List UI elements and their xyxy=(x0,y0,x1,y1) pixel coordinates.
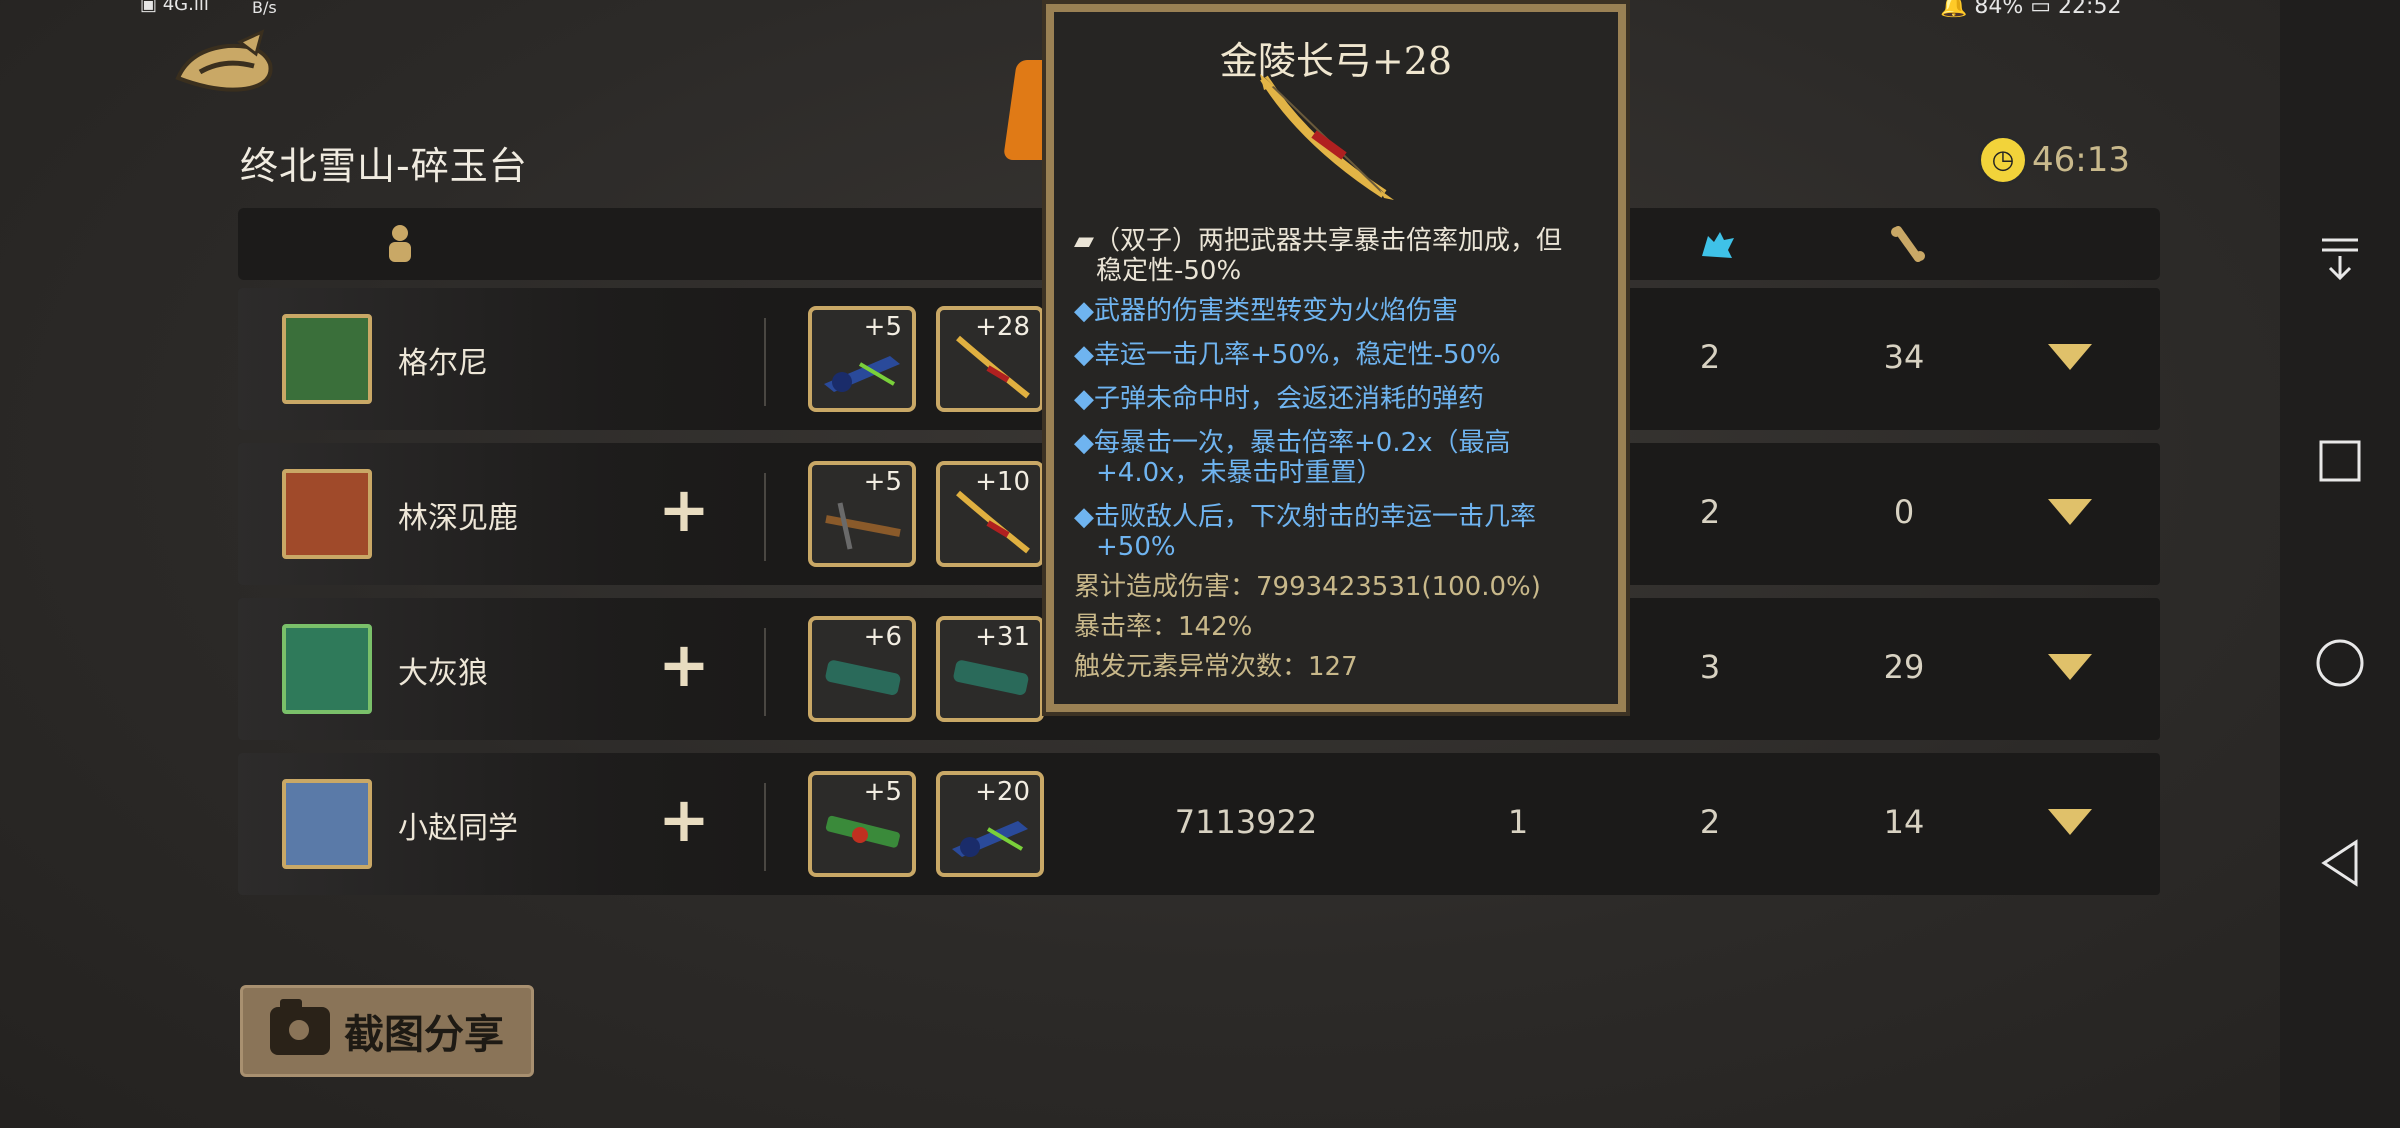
weapon-slot[interactable]: +5 xyxy=(808,461,916,567)
clock-icon: ◷ xyxy=(1978,135,2028,185)
stat-bone: 0 xyxy=(1893,493,1915,531)
rifle-icon xyxy=(825,815,900,848)
tooltip-line: ▰（双子）两把武器共享暴击倍率加成，但 xyxy=(1074,226,1562,256)
stat-wolf: 2 xyxy=(1699,493,1721,531)
divider xyxy=(764,628,766,716)
divider xyxy=(764,783,766,871)
avatar[interactable] xyxy=(282,624,372,714)
stat-wolf: 2 xyxy=(1699,803,1721,841)
stat-bone: 34 xyxy=(1883,338,1925,376)
back-arrow-icon xyxy=(175,29,273,92)
tooltip-line: ◆击败敌人后，下次射击的幸运一击几率 xyxy=(1074,502,1536,532)
timer: ◷ 46:13 xyxy=(1978,135,2130,185)
weapon-slot[interactable]: +31 xyxy=(936,616,1044,722)
stat-bone: 14 xyxy=(1883,803,1925,841)
player-name: 格尔尼 xyxy=(398,346,488,381)
add-friend-icon[interactable]: + xyxy=(658,634,710,696)
avatar[interactable] xyxy=(282,469,372,559)
add-friend-icon[interactable]: + xyxy=(658,789,710,851)
bone-icon xyxy=(1888,224,1928,264)
back-nav-button[interactable] xyxy=(2280,818,2400,908)
tooltip-line: 稳定性-50% xyxy=(1096,256,1242,286)
home-button[interactable] xyxy=(2280,618,2400,708)
tooltip-line: +4.0x，未暴击时重置） xyxy=(1096,458,1383,488)
cannon-icon xyxy=(825,660,901,695)
bow-icon xyxy=(956,490,1030,554)
tooltip-line: ◆幸运一击几率+50%，稳定性-50% xyxy=(1074,340,1501,370)
expand-chevron-icon[interactable] xyxy=(2048,809,2092,835)
player-name: 大灰狼 xyxy=(398,656,488,691)
weapon-tooltip: 金陵长弓+28 ▰（双子）两把武器共享暴击倍率加成，但 稳定性-50% ◆武器的… xyxy=(1046,4,1626,712)
divider xyxy=(764,473,766,561)
tooltip-line: ◆武器的伤害类型转变为火焰伤害 xyxy=(1074,296,1458,326)
screenshot-share-button[interactable]: 截图分享 xyxy=(240,985,534,1077)
cannon-icon xyxy=(953,660,1029,695)
expand-chevron-icon[interactable] xyxy=(2048,499,2092,525)
tooltip-stat: 触发元素异常次数：127 xyxy=(1074,652,1358,682)
weapon-slot[interactable]: +20 xyxy=(936,771,1044,877)
stat-wolf: 2 xyxy=(1699,338,1721,376)
crossbow-icon xyxy=(825,502,901,550)
avatar[interactable] xyxy=(282,779,372,869)
tooltip-stat: 暴击率：142% xyxy=(1074,612,1253,642)
weapon-slot[interactable]: +10 xyxy=(936,461,1044,567)
stat-bone: 29 xyxy=(1883,648,1925,686)
weapon-slot[interactable]: +6 xyxy=(808,616,916,722)
launcher-icon xyxy=(952,821,1028,857)
player-name: 小赵同学 xyxy=(398,811,518,846)
network-rate: B/s xyxy=(252,0,277,17)
player-row: 小赵同学 + +5 +20 7113922 1 2 14 xyxy=(238,753,2160,895)
weapon-slot[interactable]: +5 xyxy=(808,771,916,877)
add-friend-icon[interactable]: + xyxy=(658,479,710,541)
expand-chevron-icon[interactable] xyxy=(2048,344,2092,370)
camera-icon xyxy=(270,999,330,1055)
tooltip-line: ◆子弹未命中时，会返还消耗的弹药 xyxy=(1074,384,1484,414)
expand-chevron-icon[interactable] xyxy=(2048,654,2092,680)
player-name: 林深见鹿 xyxy=(398,501,518,536)
status-right: 🔔 84% ▭ 22:52 xyxy=(1940,0,2122,19)
stat-damage: 7113922 xyxy=(1174,803,1318,841)
stat-wolf: 3 xyxy=(1699,648,1721,686)
back-button[interactable] xyxy=(170,20,280,100)
bow-icon xyxy=(1260,74,1394,200)
divider xyxy=(764,318,766,406)
tooltip-line: +50% xyxy=(1096,532,1176,562)
tooltip-line: ◆每暴击一次，暴击倍率+0.2x（最高 xyxy=(1074,428,1511,458)
system-nav-bar xyxy=(2280,0,2400,1128)
bow-icon xyxy=(956,335,1030,399)
timer-value: 46:13 xyxy=(2032,140,2130,180)
recents-button[interactable] xyxy=(2280,416,2400,506)
signal-indicator: ▣ 4G.ıll xyxy=(140,0,209,15)
weapon-slot[interactable]: +5 xyxy=(808,306,916,412)
share-button-label: 截图分享 xyxy=(344,1012,504,1058)
launcher-icon xyxy=(824,356,900,392)
tooltip-stat: 累计造成伤害：7993423531(100.0%) xyxy=(1074,572,1541,602)
weapon-slot[interactable]: +28 xyxy=(936,306,1044,412)
notification-pulldown-icon[interactable] xyxy=(2280,214,2400,304)
stat-kills: 1 xyxy=(1507,803,1529,841)
level-title: 终北雪山-碎玉台 xyxy=(240,144,528,188)
wolf-icon xyxy=(1698,224,1738,264)
avatar[interactable] xyxy=(282,314,372,404)
player-icon xyxy=(380,224,420,264)
